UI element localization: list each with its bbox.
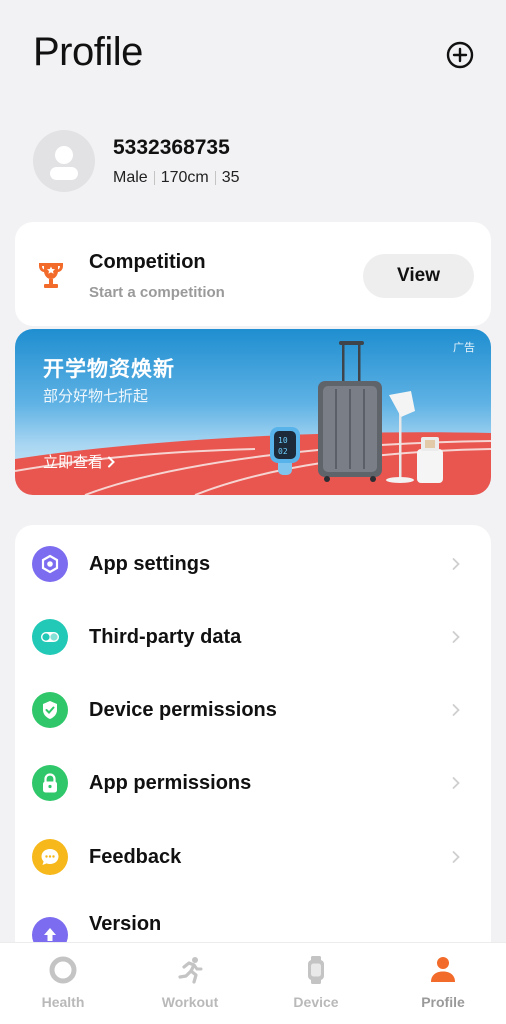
menu-item-feedback[interactable]: Feedback xyxy=(15,820,491,893)
person-icon xyxy=(431,957,455,982)
chevron-right-icon xyxy=(108,456,115,467)
chat-bubble-icon xyxy=(32,839,68,875)
menu-item-device-permissions[interactable]: Device permissions xyxy=(15,673,491,746)
competition-card[interactable]: Competition Start a competition View xyxy=(15,222,491,326)
shield-check-icon xyxy=(32,692,68,728)
profile-screen: Profile 5332368735 Male 170cm 35 Competi… xyxy=(0,0,506,1024)
bottom-tab-bar: Health Workout Device Profile xyxy=(0,942,506,1024)
divider xyxy=(153,171,155,185)
user-gender: Male xyxy=(113,169,148,186)
add-button[interactable] xyxy=(445,40,475,70)
menu-item-app-permissions[interactable]: App permissions xyxy=(15,746,491,819)
chevron-right-icon xyxy=(452,631,460,643)
promo-banner[interactable]: 10 02 广告 开学物资焕新 部分好物七折起 立即查看 xyxy=(15,329,491,495)
ad-tag: 广告 xyxy=(453,342,475,354)
tab-label: Workout xyxy=(161,994,219,1010)
banner-subtitle: 部分好物七折起 xyxy=(43,388,149,405)
settings-icon xyxy=(32,546,68,582)
menu-item-third-party-data[interactable]: Third-party data xyxy=(15,600,491,673)
toggle-link-icon xyxy=(32,619,68,655)
banner-cta-label: 立即查看 xyxy=(43,454,104,471)
watch-time-top: 10 xyxy=(278,436,288,445)
chevron-right-icon xyxy=(452,558,460,570)
chevron-right-icon xyxy=(452,851,460,863)
tab-label: Device xyxy=(293,994,339,1010)
user-meta: Male 170cm 35 xyxy=(113,169,240,187)
banner-cta[interactable]: 立即查看 xyxy=(43,451,115,472)
tab-label: Health xyxy=(41,994,85,1010)
user-id: 5332368735 xyxy=(113,136,230,159)
ring-icon xyxy=(49,956,77,984)
menu-item-label: Device permissions xyxy=(89,699,277,721)
user-age: 35 xyxy=(221,169,240,186)
menu-item-label: Feedback xyxy=(89,846,182,868)
menu-item-label: App permissions xyxy=(89,772,252,794)
tab-health[interactable]: Health xyxy=(0,943,126,1024)
divider xyxy=(214,171,216,185)
person-icon xyxy=(50,146,78,180)
runner-icon xyxy=(178,957,203,984)
tab-device[interactable]: Device xyxy=(253,943,379,1024)
menu-item-label: Version xyxy=(89,913,162,935)
view-button[interactable]: View xyxy=(363,254,474,298)
tab-profile[interactable]: Profile xyxy=(380,943,506,1024)
menu-item-app-settings[interactable]: App settings xyxy=(15,527,491,600)
trophy-icon xyxy=(39,263,63,288)
chevron-right-icon xyxy=(452,777,460,789)
chevron-right-icon xyxy=(452,704,460,716)
plus-circle-icon xyxy=(446,41,474,69)
settings-menu: App settings Third-party data Device per… xyxy=(15,525,491,955)
page-title: Profile xyxy=(33,30,143,74)
lock-icon xyxy=(32,765,68,801)
tab-label: Profile xyxy=(421,994,465,1010)
menu-item-label: App settings xyxy=(89,553,211,575)
menu-item-label: Third-party data xyxy=(89,626,242,648)
competition-title: Competition xyxy=(89,251,206,273)
watch-icon xyxy=(308,956,324,984)
user-height: 170cm xyxy=(160,169,209,186)
tab-workout[interactable]: Workout xyxy=(127,943,253,1024)
avatar[interactable] xyxy=(33,130,95,192)
watch-time-bottom: 02 xyxy=(278,447,288,456)
banner-title: 开学物资焕新 xyxy=(43,358,175,381)
competition-subtitle: Start a competition xyxy=(89,284,225,301)
user-profile-row[interactable]: 5332368735 Male 170cm 35 xyxy=(33,130,473,192)
